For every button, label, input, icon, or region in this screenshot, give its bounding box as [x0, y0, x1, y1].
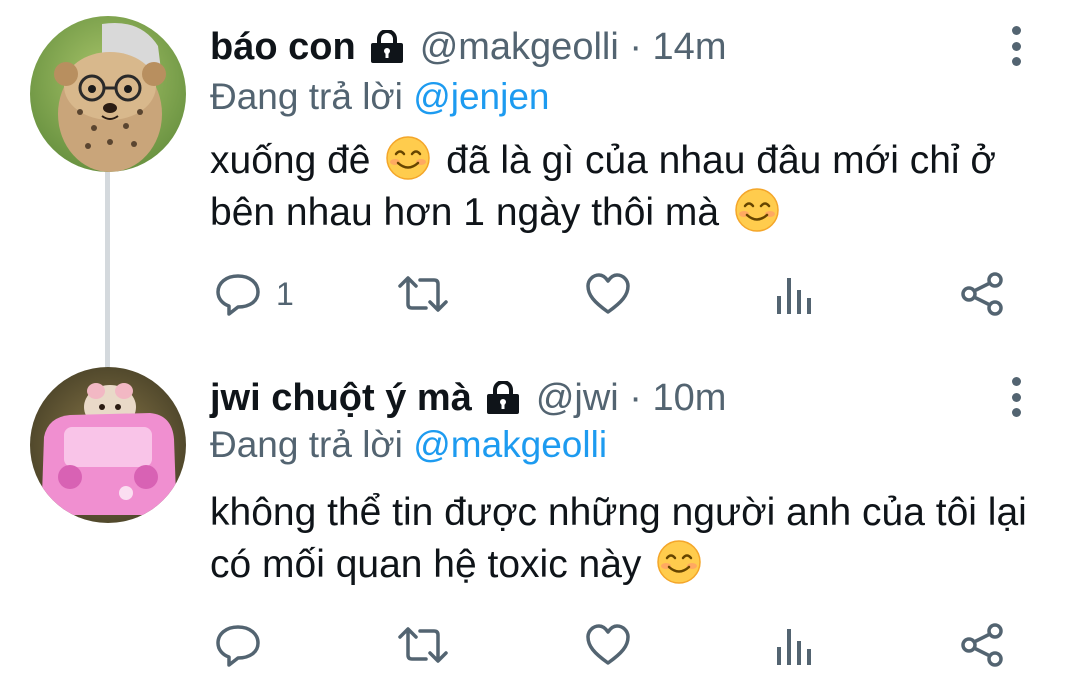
share-button[interactable]	[958, 621, 1006, 669]
reply-button[interactable]	[214, 621, 276, 669]
more-options-icon[interactable]	[1006, 26, 1026, 66]
tweet-text: không thể tin được những người anh của t…	[210, 487, 1060, 591]
analytics-icon	[777, 278, 811, 314]
reply-count: 1	[276, 275, 294, 312]
reply-icon	[216, 625, 260, 667]
retweet-button[interactable]	[396, 621, 450, 669]
share-icon	[961, 623, 1003, 667]
tweet[interactable]: báo con @makgeolli · 14m Đang trả lời @j…	[0, 0, 1080, 368]
share-icon	[961, 272, 1003, 316]
handle-and-time[interactable]: @makgeolli · 14m	[420, 26, 727, 69]
like-button[interactable]	[584, 270, 632, 318]
share-button[interactable]	[958, 270, 1006, 318]
analytics-button[interactable]	[773, 621, 817, 669]
like-button[interactable]	[584, 621, 632, 669]
tweet-actions	[0, 615, 1080, 675]
tweet-text: xuống đê đã là gì của nhau đâu mới chỉ ở…	[210, 135, 1060, 239]
handle-and-time[interactable]: @jwi · 10m	[536, 377, 727, 420]
tweet-header: báo con @makgeolli · 14m	[210, 19, 726, 75]
more-options-icon[interactable]	[1006, 377, 1026, 417]
avatar[interactable]	[30, 367, 186, 523]
smiling-face-emoji-icon	[386, 136, 431, 180]
retweet-button[interactable]	[396, 270, 450, 318]
smiling-face-emoji-icon	[657, 540, 702, 584]
tweet-header: jwi chuột ý mà @jwi · 10m	[210, 370, 726, 426]
like-icon	[586, 624, 630, 665]
display-name[interactable]: jwi chuột ý mà	[210, 377, 472, 420]
tweet-actions: 1	[0, 264, 1080, 324]
smiling-face-emoji-icon	[735, 188, 779, 232]
tweet-text-part: xuống đê	[210, 139, 371, 182]
retweet-icon	[398, 276, 448, 312]
tweet-text-part: không thể tin được những người anh của t…	[210, 491, 1027, 586]
lock-icon	[368, 30, 406, 64]
replying-to: Đang trả lời @jenjen	[210, 73, 550, 121]
mention-link[interactable]: @jenjen	[413, 76, 549, 117]
cheetah-avatar-icon	[30, 16, 186, 172]
lock-icon	[484, 381, 522, 415]
analytics-icon	[777, 629, 811, 665]
replying-to-label: Đang trả lời	[210, 76, 414, 117]
tweet[interactable]: jwi chuột ý mà @jwi · 10m Đang trả lời @…	[0, 345, 1080, 686]
reply-button[interactable]: 1	[214, 270, 294, 318]
avatar[interactable]	[30, 16, 186, 172]
replying-to-label: Đang trả lời	[210, 424, 414, 465]
display-name[interactable]: báo con	[210, 26, 356, 69]
reply-icon	[216, 274, 260, 316]
like-icon	[586, 273, 630, 314]
mention-link[interactable]: @makgeolli	[413, 424, 607, 465]
replying-to: Đang trả lời @makgeolli	[210, 421, 607, 469]
retweet-icon	[398, 627, 448, 663]
analytics-button[interactable]	[773, 270, 817, 318]
hamster-avatar-icon	[30, 367, 186, 523]
